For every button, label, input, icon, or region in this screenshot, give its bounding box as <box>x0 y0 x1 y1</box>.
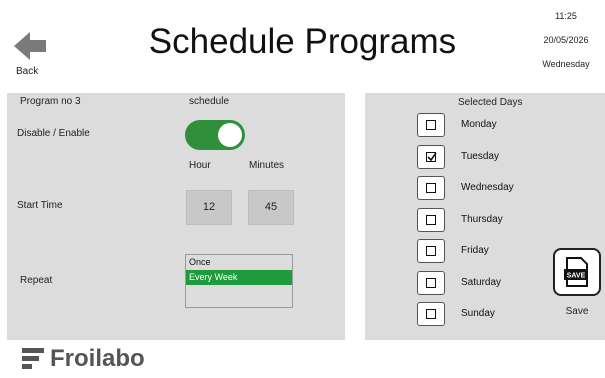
checkbox-saturday[interactable] <box>417 270 445 295</box>
unchecked-box-icon <box>426 214 436 225</box>
day-label-saturday: Saturday <box>461 276 502 288</box>
day-label-wednesday: Wednesday <box>461 182 514 193</box>
unchecked-box-icon <box>426 120 436 130</box>
day-label-sunday: Sunday <box>461 308 495 319</box>
checkbox-thursday[interactable] <box>417 207 445 232</box>
schedule-label: schedule <box>189 96 230 107</box>
checkbox-monday[interactable] <box>417 113 445 137</box>
day-label-friday: Friday <box>461 245 489 256</box>
unchecked-box-icon <box>426 309 436 319</box>
unchecked-box-icon <box>426 246 436 256</box>
enable-toggle[interactable] <box>185 120 245 150</box>
clock: 11:25 20/05/2026 Wednesday <box>531 4 601 76</box>
repeat-label: Repeat <box>20 275 53 286</box>
toggle-knob <box>218 123 242 147</box>
hour-input[interactable]: 12 <box>186 190 232 225</box>
clock-weekday: Wednesday <box>542 59 590 69</box>
unchecked-box-icon <box>426 183 436 193</box>
checkbox-friday[interactable] <box>417 239 445 263</box>
hour-label: Hour <box>189 160 211 171</box>
save-icon: SAVE <box>564 257 588 287</box>
day-label-thursday: Thursday <box>461 213 503 225</box>
minutes-input[interactable]: 45 <box>248 190 294 225</box>
selected-days-label: Selected Days <box>458 97 523 108</box>
repeat-list[interactable]: Once Every Week <box>185 254 293 308</box>
save-icon-text: SAVE <box>567 273 586 280</box>
logo-text: Froilabo <box>50 345 145 372</box>
froilabo-logo-icon <box>22 348 44 369</box>
minutes-label: Minutes <box>249 160 285 171</box>
save-label: Save <box>565 306 589 317</box>
clock-time: 11:25 <box>555 11 577 21</box>
page-title: Schedule Programs <box>148 22 457 61</box>
repeat-option-once[interactable]: Once <box>186 255 292 270</box>
checkbox-wednesday[interactable] <box>417 176 445 200</box>
start-time-label: Start Time <box>17 200 63 211</box>
clock-date: 20/05/2026 <box>543 35 589 45</box>
program-label: Program no 3 <box>20 96 81 107</box>
day-label-monday: Monday <box>461 119 497 130</box>
froilabo-logo: Froilabo <box>20 344 145 377</box>
repeat-option-every-week[interactable]: Every Week <box>186 270 292 285</box>
disable-enable-label: Disable / Enable <box>17 128 90 139</box>
unchecked-box-icon <box>426 277 436 288</box>
day-label-tuesday: Tuesday <box>461 150 499 162</box>
checkbox-tuesday[interactable] <box>417 144 445 169</box>
checkbox-sunday[interactable] <box>417 302 445 326</box>
checked-box-icon <box>426 151 437 162</box>
save-button[interactable]: SAVE <box>553 248 601 296</box>
back-label: Back <box>16 66 39 77</box>
